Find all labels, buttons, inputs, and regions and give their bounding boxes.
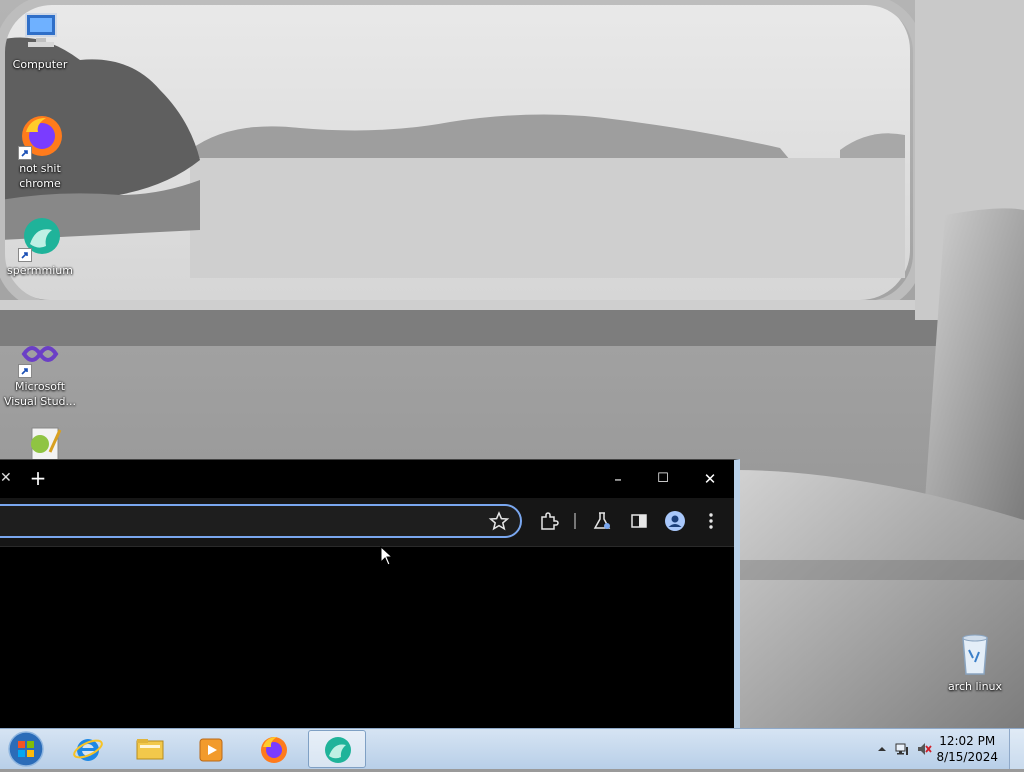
clock-time: 12:02 PM <box>939 734 996 748</box>
taskbar-item-internet-explorer[interactable] <box>60 730 118 768</box>
start-orb-icon <box>8 731 44 767</box>
browser-tab-strip[interactable]: ✕ + – ☐ ✕ <box>0 460 734 498</box>
desktop-icon-label: arch linux <box>947 680 1003 693</box>
close-button[interactable]: ✕ <box>690 465 730 493</box>
browser-toolbar <box>0 498 734 547</box>
desktop-icon-label: not shit chrome <box>19 162 61 190</box>
tab-close-icon[interactable]: ✕ <box>0 470 12 486</box>
taskbar: 12:02 PM 8/15/2024 <box>0 728 1024 769</box>
media-player-icon <box>199 738 223 762</box>
recycle-bin-icon <box>951 630 999 678</box>
taskbar-item-spermmium[interactable] <box>308 730 366 768</box>
new-tab-button[interactable]: + <box>28 466 48 490</box>
desktop-icon-not-shit-chrome[interactable]: not shit chrome <box>0 112 80 191</box>
computer-icon <box>16 8 64 56</box>
taskbar-clock[interactable]: 12:02 PM 8/15/2024 <box>936 733 998 765</box>
minimize-button[interactable]: – <box>598 465 638 493</box>
desktop-icon-arch-linux[interactable]: arch linux <box>935 630 1015 694</box>
file-explorer-icon <box>136 739 164 760</box>
show-hidden-icons-icon[interactable] <box>874 741 890 757</box>
taskbar-item-firefox[interactable] <box>246 730 304 768</box>
network-icon[interactable] <box>894 741 910 757</box>
bookmark-star-icon[interactable] <box>488 510 510 532</box>
clock-date: 8/15/2024 <box>936 750 998 764</box>
labs-flask-icon[interactable] <box>591 510 613 532</box>
firefox-icon <box>16 112 64 160</box>
desktop-icon-visual-studio[interactable]: Microsoft Visual Stud... <box>0 330 80 409</box>
desktop-icon-label: Microsoft Visual Stud... <box>3 380 77 408</box>
mouse-cursor-icon <box>380 546 394 566</box>
maximize-button[interactable]: ☐ <box>643 465 683 493</box>
extensions-icon[interactable] <box>538 510 560 532</box>
shortcut-arrow-icon <box>18 364 32 378</box>
firefox-icon <box>261 737 287 763</box>
page-content-area[interactable] <box>0 547 734 729</box>
desktop-icon-label: spermmium <box>7 264 73 277</box>
taskbar-item-media-player[interactable] <box>184 730 242 768</box>
desktop-icon-spermmium[interactable]: spermmium <box>0 214 80 278</box>
internet-explorer-icon <box>73 739 103 761</box>
show-desktop-button[interactable] <box>1009 729 1024 769</box>
taskbar-item-file-explorer[interactable] <box>122 730 180 768</box>
toolbar-separator <box>574 513 576 529</box>
side-panel-icon[interactable] <box>628 510 650 532</box>
visual-studio-icon <box>16 330 64 378</box>
browser-window[interactable]: ✕ + – ☐ ✕ <box>0 459 740 729</box>
shortcut-arrow-icon <box>18 248 32 262</box>
spermmium-browser-icon <box>16 214 64 262</box>
system-tray: 12:02 PM 8/15/2024 <box>864 729 1024 769</box>
volume-muted-icon[interactable] <box>916 741 932 757</box>
shortcut-arrow-icon <box>18 146 32 160</box>
desktop-icon-computer[interactable]: Computer <box>0 8 80 72</box>
address-bar[interactable] <box>0 504 522 538</box>
profile-icon[interactable] <box>664 510 686 532</box>
menu-icon[interactable] <box>700 510 722 532</box>
desktop-icon-label: Computer <box>12 58 68 71</box>
start-button[interactable] <box>4 729 46 769</box>
spermmium-browser-icon <box>325 737 351 763</box>
